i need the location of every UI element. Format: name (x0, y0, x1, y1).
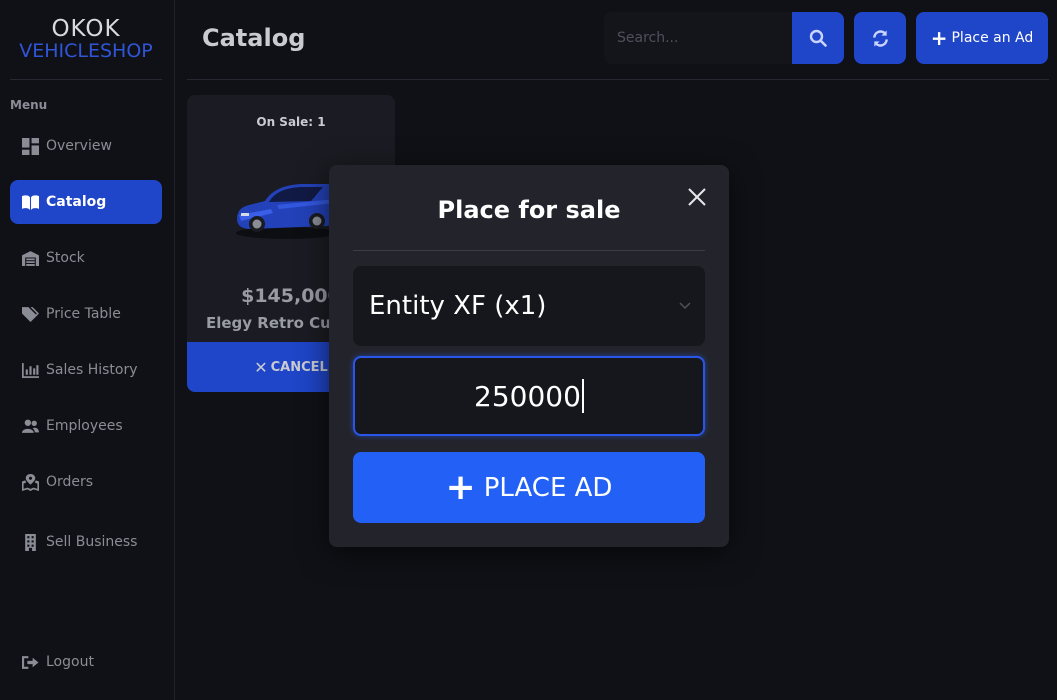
chart-bar-icon (20, 360, 40, 380)
logout-icon (20, 652, 40, 672)
text-caret (581, 379, 584, 413)
divider (10, 79, 162, 80)
menu-title: Menu (10, 98, 48, 112)
sidebar-item-label: Stock (46, 250, 85, 266)
place-for-sale-modal: Place for sale Entity XF (x1) 250000 + P… (329, 165, 729, 547)
map-marked-icon (20, 472, 40, 492)
logo-line-2: VEHICLESHOP (19, 40, 153, 62)
on-sale-count: On Sale: 1 (256, 115, 326, 129)
search-box (604, 12, 792, 64)
refresh-button[interactable] (854, 12, 906, 64)
sidebar-item-label: Sales History (46, 362, 138, 378)
sidebar-item-label: Sell Business (46, 534, 138, 550)
sidebar: OKOK VEHICLESHOP Menu Overview Catalog S… (0, 0, 175, 700)
price-input[interactable]: 250000 (353, 356, 705, 436)
cancel-label: CANCEL (270, 359, 328, 375)
plus-icon: + (445, 466, 476, 508)
sidebar-item-employees[interactable]: Employees (10, 404, 162, 448)
tags-icon (20, 304, 40, 324)
page-title: Catalog (202, 24, 306, 52)
warehouse-icon (20, 248, 40, 268)
sidebar-item-label: Employees (46, 418, 123, 434)
sidebar-item-overview[interactable]: Overview (10, 124, 162, 168)
close-icon[interactable] (685, 185, 709, 209)
chevron-down-icon (679, 302, 691, 310)
sidebar-item-label: Overview (46, 138, 112, 154)
logout-button[interactable]: Logout (10, 640, 162, 684)
building-icon (20, 532, 40, 552)
modal-title: Place for sale (437, 196, 621, 224)
place-an-ad-button[interactable]: + Place an Ad (916, 12, 1048, 64)
price-input-value: 250000 (474, 379, 581, 413)
place-an-ad-label: Place an Ad (951, 30, 1034, 46)
sidebar-item-label: Catalog (46, 194, 107, 210)
sidebar-item-label: Price Table (46, 306, 121, 322)
search-button[interactable] (792, 12, 844, 64)
divider (187, 79, 1049, 80)
vehicle-image (236, 184, 339, 239)
users-icon (20, 416, 40, 436)
sidebar-item-stock[interactable]: Stock (10, 236, 162, 280)
logo-line-1: OKOK (51, 16, 121, 42)
sidebar-item-sales-history[interactable]: Sales History (10, 348, 162, 392)
logo: OKOK VEHICLESHOP (10, 18, 162, 61)
divider (353, 250, 705, 251)
sidebar-item-sell-business[interactable]: Sell Business (10, 520, 162, 564)
vehicle-select-value: Entity XF (x1) (369, 291, 547, 321)
refresh-icon (872, 29, 888, 47)
vehicle-select[interactable]: Entity XF (x1) (353, 266, 705, 346)
sidebar-item-catalog[interactable]: Catalog (10, 180, 162, 224)
search-input[interactable] (604, 12, 792, 64)
sidebar-item-label: Orders (46, 474, 94, 490)
place-ad-label: PLACE AD (483, 472, 613, 503)
plus-icon: + (930, 26, 948, 50)
place-ad-button[interactable]: + PLACE AD (353, 452, 705, 523)
search-icon (809, 29, 827, 47)
sidebar-item-price-table[interactable]: Price Table (10, 292, 162, 336)
logout-label: Logout (46, 654, 94, 670)
close-icon: ✕ (254, 357, 268, 377)
sidebar-item-orders[interactable]: Orders (10, 460, 162, 504)
book-icon (20, 192, 40, 212)
dashboard-icon (20, 136, 40, 156)
